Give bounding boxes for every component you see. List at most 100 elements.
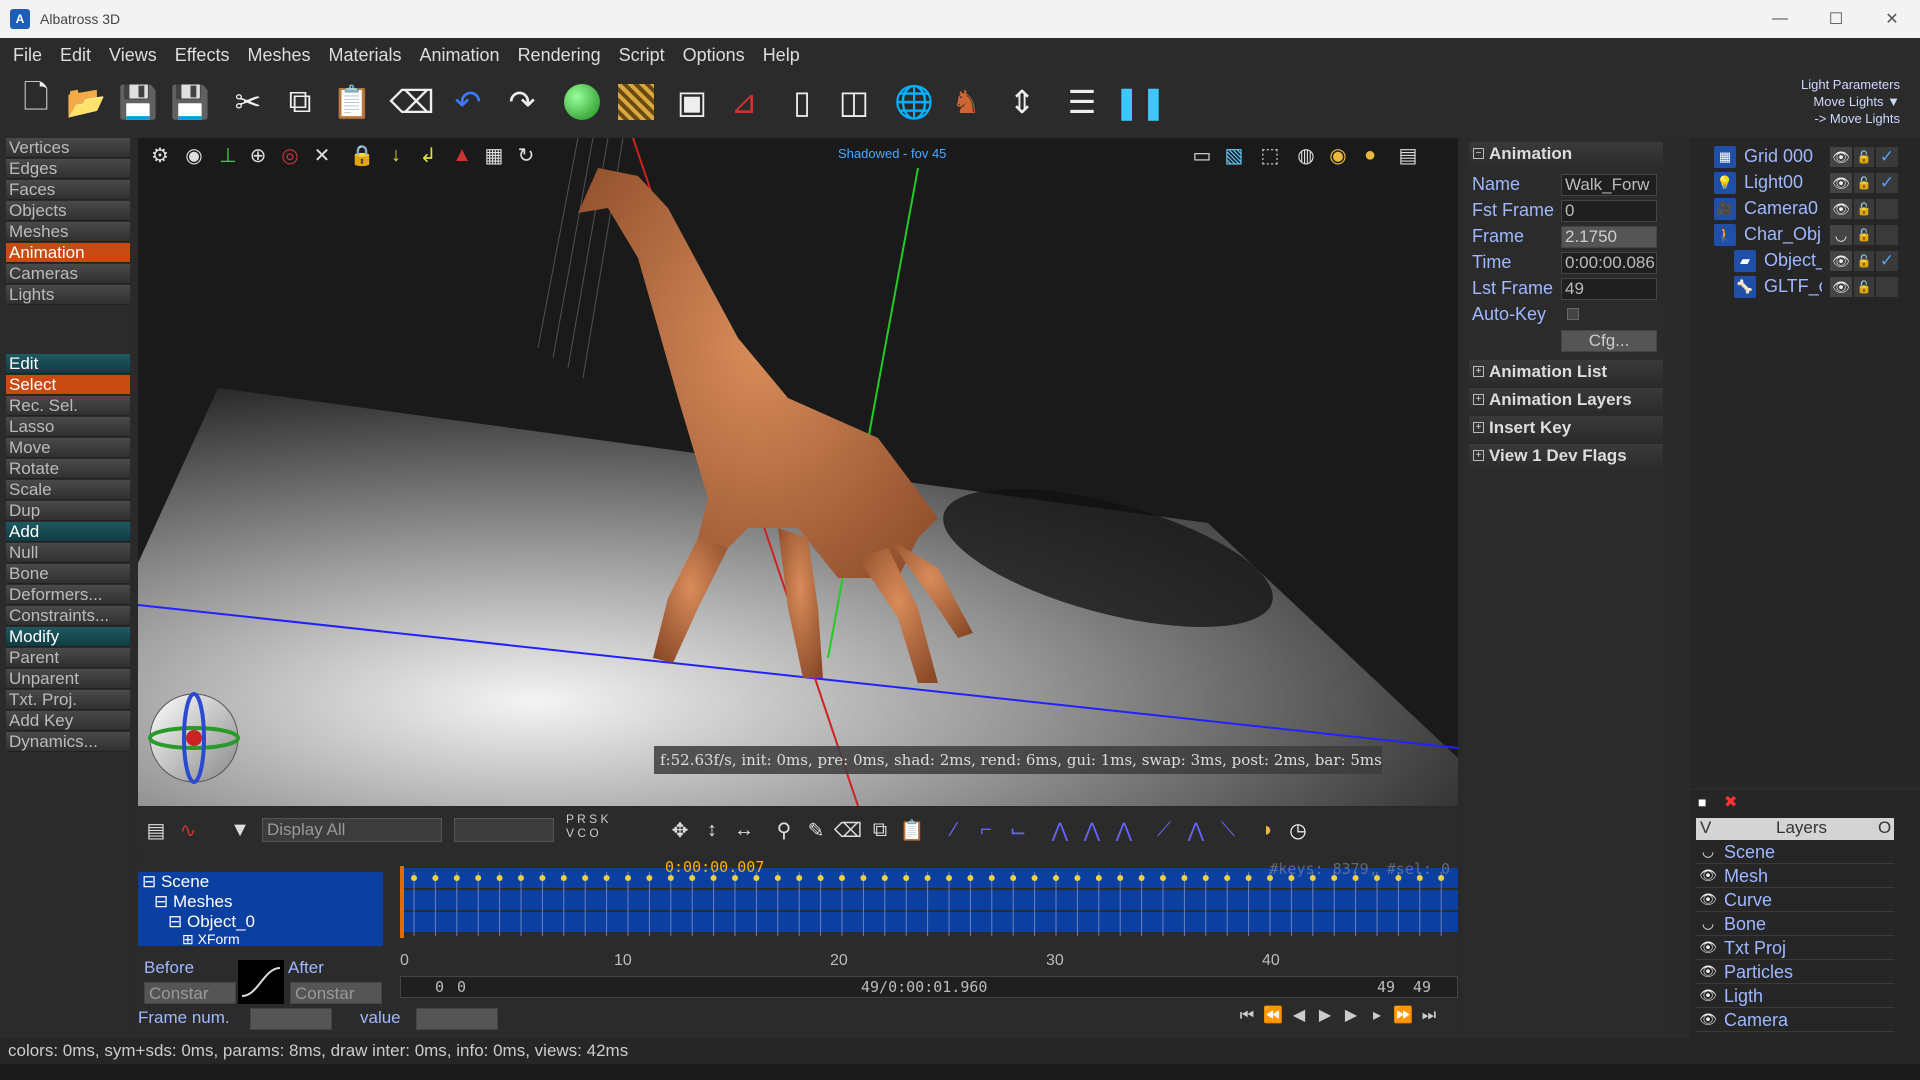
edit-header[interactable]: Edit bbox=[6, 354, 130, 374]
keyframe-area[interactable]: 0:00:00.007 #keys: 8379, #sel: 0 bbox=[400, 858, 1466, 948]
menu-rendering[interactable]: Rendering bbox=[509, 45, 610, 66]
eye-icon[interactable]: 👁 bbox=[1830, 199, 1852, 219]
keyboard-icon[interactable]: ▤ bbox=[1394, 142, 1422, 168]
edit-rotate[interactable]: Rotate bbox=[6, 459, 130, 479]
eye-closed-icon[interactable]: ◡ bbox=[1830, 225, 1852, 245]
keyframe-dot[interactable] bbox=[1031, 875, 1038, 881]
frame-field[interactable]: 2.1750 bbox=[1561, 226, 1657, 248]
filter-icon[interactable]: ▼ bbox=[226, 816, 254, 844]
edit-select[interactable]: Select bbox=[6, 375, 130, 395]
texture-icon[interactable] bbox=[614, 80, 658, 124]
checkbox-empty[interactable] bbox=[1876, 199, 1898, 219]
texture-view-icon[interactable]: ▦ bbox=[480, 142, 508, 168]
redo-icon[interactable]: ↷ bbox=[500, 80, 544, 124]
lst-frame-field[interactable]: 49 bbox=[1561, 278, 1657, 300]
delete-layer-icon[interactable]: ✖ bbox=[1724, 792, 1737, 812]
keyframe-dot[interactable] bbox=[1245, 875, 1252, 881]
lock-icon[interactable]: 🔓 bbox=[1854, 173, 1874, 193]
select-type-animation[interactable]: Animation bbox=[6, 243, 130, 263]
character-icon[interactable]: ♞ bbox=[944, 80, 988, 124]
menu-file[interactable]: File bbox=[4, 45, 51, 66]
cut-icon[interactable]: ✂ bbox=[226, 80, 270, 124]
check-icon[interactable]: ✓ bbox=[1876, 173, 1898, 193]
pause-icon[interactable]: ❚❚ bbox=[1113, 80, 1167, 124]
keyframe-dot[interactable] bbox=[1138, 875, 1145, 881]
edit-lasso[interactable]: Lasso bbox=[6, 417, 130, 437]
eye-icon[interactable]: 👁 bbox=[1830, 251, 1852, 271]
key-marker-icon[interactable]: ◗ bbox=[1254, 816, 1282, 844]
step-icon[interactable]: ⋀ bbox=[1078, 816, 1106, 844]
select-type-objects[interactable]: Objects bbox=[6, 201, 130, 221]
eraser-icon[interactable]: ⌫ bbox=[389, 80, 434, 124]
modify-header[interactable]: Modify bbox=[6, 627, 130, 647]
keyframe-dot[interactable] bbox=[988, 875, 995, 881]
before-mode-select[interactable]: Constar bbox=[144, 982, 236, 1004]
keyframe-dot[interactable] bbox=[881, 875, 888, 881]
check-icon[interactable]: ✓ bbox=[1876, 251, 1898, 271]
modify-add-key[interactable]: Add Key bbox=[6, 711, 130, 731]
keyframe-dot[interactable] bbox=[625, 875, 631, 881]
eraser-icon[interactable]: ⌫ bbox=[834, 816, 862, 844]
move-vertical-icon[interactable]: ⇕ bbox=[1000, 80, 1044, 124]
smooth-sphere-icon[interactable]: ● bbox=[1356, 142, 1384, 168]
scene-item-grid[interactable]: ▦ Grid 000 👁 🔓 ✓ bbox=[1714, 144, 1914, 170]
animation-list-section[interactable]: + Animation List bbox=[1469, 360, 1663, 384]
next-key-icon[interactable]: ⏩ bbox=[1392, 1006, 1414, 1026]
lock-icon[interactable]: 🔓 bbox=[1854, 147, 1874, 167]
close-x-icon[interactable]: ✕ bbox=[308, 142, 336, 168]
select-type-cameras[interactable]: Cameras bbox=[6, 264, 130, 284]
down-arrow-icon[interactable]: ↓ bbox=[382, 142, 410, 168]
check-icon[interactable]: ✓ bbox=[1876, 147, 1898, 167]
select-type-vertices[interactable]: Vertices bbox=[6, 138, 130, 158]
paste-icon[interactable]: 📋 bbox=[330, 80, 374, 124]
snap-icon[interactable]: ↲ bbox=[414, 142, 442, 168]
eye-icon[interactable]: 👁 bbox=[1830, 147, 1852, 167]
layer-row[interactable]: 👁 Ligth bbox=[1696, 985, 1894, 1008]
world-icon[interactable]: 🌐 bbox=[892, 80, 936, 124]
keyframe-dot[interactable] bbox=[774, 875, 781, 881]
menu-meshes[interactable]: Meshes bbox=[238, 45, 319, 66]
checkbox-empty[interactable] bbox=[1876, 225, 1898, 245]
modify-parent[interactable]: Parent bbox=[6, 648, 130, 668]
display-mode-icon[interactable]: ⬚ bbox=[1256, 142, 1284, 168]
move-key-icon[interactable]: ✥ bbox=[666, 816, 694, 844]
layer-row[interactable]: 👁 Mesh bbox=[1696, 865, 1894, 888]
save-as-icon[interactable]: 💾 bbox=[168, 80, 212, 124]
menu-edit[interactable]: Edit bbox=[51, 45, 100, 66]
bezier-icon[interactable]: ⋀ bbox=[1046, 816, 1074, 844]
scene-item-object[interactable]: ▰ Object_0 👁 🔓 ✓ bbox=[1734, 248, 1914, 274]
animation-layers-section[interactable]: + Animation Layers bbox=[1469, 388, 1663, 412]
keyframe-dot[interactable] bbox=[539, 875, 546, 881]
select-type-edges[interactable]: Edges bbox=[6, 159, 130, 179]
autokey-checkbox[interactable] bbox=[1567, 308, 1579, 320]
viewport-single-icon[interactable]: ▣ bbox=[670, 80, 714, 124]
keyframe-dot[interactable] bbox=[411, 875, 417, 881]
keyframe-dot[interactable] bbox=[903, 875, 910, 881]
tangent-icon[interactable]: ⟋ bbox=[1150, 816, 1178, 844]
lock-icon[interactable]: 🔒 bbox=[348, 142, 376, 168]
eye-icon[interactable]: 👁 bbox=[1698, 1011, 1718, 1029]
keyframe-dot[interactable] bbox=[518, 875, 524, 881]
keyframe-dot[interactable] bbox=[432, 875, 439, 881]
prev-key-icon[interactable]: ⏪ bbox=[1262, 1006, 1284, 1026]
eye-icon[interactable]: 👁 bbox=[1830, 277, 1852, 297]
scene-item-gltf[interactable]: 🦴 GLTF_c 👁 🔓 bbox=[1734, 274, 1914, 300]
key-tool-icon[interactable]: ⚲ bbox=[770, 816, 798, 844]
keyframe-dot[interactable] bbox=[453, 875, 460, 881]
settings-gear-icon[interactable]: ⚙ bbox=[146, 142, 174, 168]
minimize-button[interactable]: — bbox=[1752, 0, 1808, 38]
cfg-button[interactable]: Cfg... bbox=[1561, 330, 1657, 352]
edit-rec-sel[interactable]: Rec. Sel. bbox=[6, 396, 130, 416]
scene-item-char-obj[interactable]: 🚶 Char_Obj ◡ 🔓 bbox=[1714, 222, 1914, 248]
viewport-split-icon[interactable]: ◫ bbox=[832, 80, 876, 124]
scale-horizontal-icon[interactable]: ↔ bbox=[730, 816, 758, 844]
menu-script[interactable]: Script bbox=[610, 45, 674, 66]
bone-view-icon[interactable]: ▲ bbox=[448, 142, 476, 168]
eye-closed-icon[interactable]: ◡ bbox=[1698, 915, 1718, 933]
tree-scene[interactable]: ⊟ Scene bbox=[138, 872, 383, 892]
timeline-filter-input[interactable] bbox=[454, 818, 554, 842]
nav-gizmo[interactable] bbox=[148, 692, 240, 784]
modify-unparent[interactable]: Unparent bbox=[6, 669, 130, 689]
lock-icon[interactable]: 🔓 bbox=[1854, 225, 1874, 245]
layer-row[interactable]: ◡ Scene bbox=[1696, 841, 1894, 864]
